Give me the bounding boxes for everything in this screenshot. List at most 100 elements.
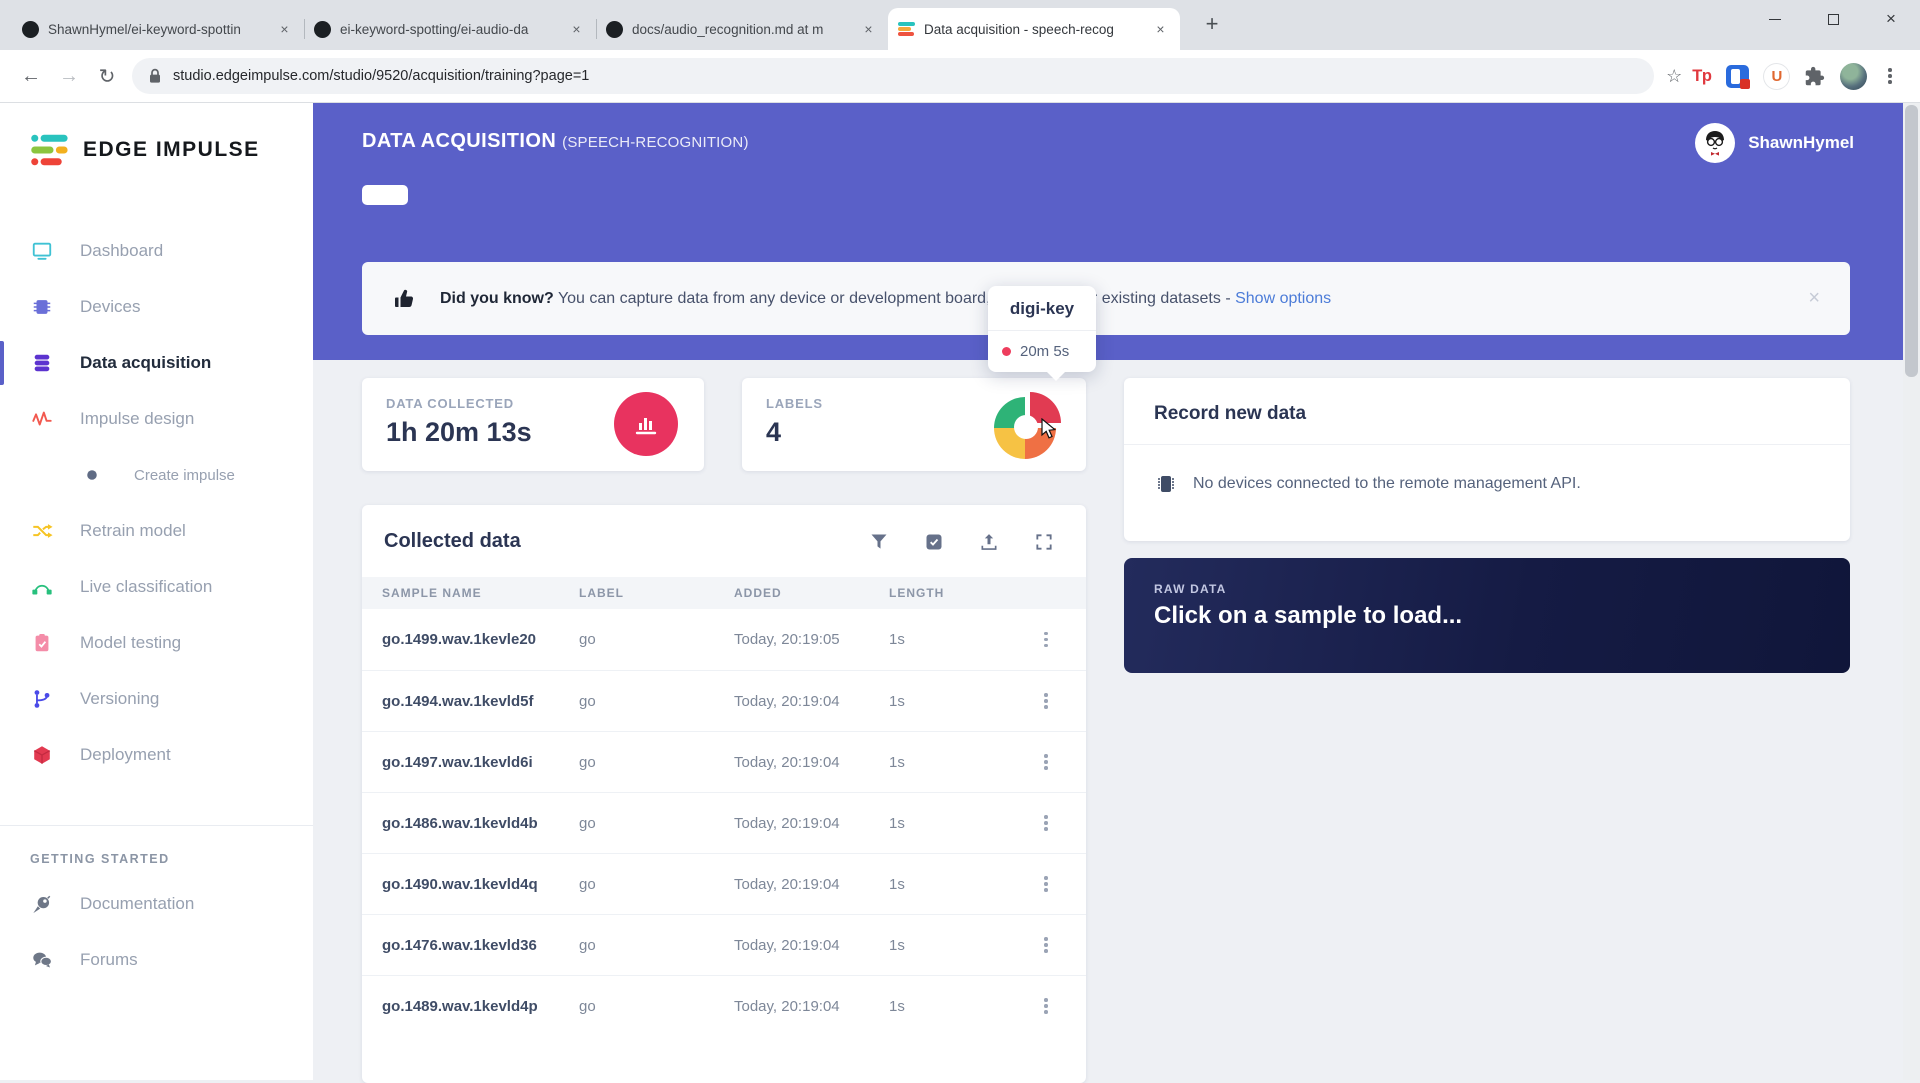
- expand-icon[interactable]: [1034, 532, 1054, 552]
- sidebar-item-deployment[interactable]: Deployment: [0, 727, 313, 783]
- banner-close-icon[interactable]: ×: [1808, 287, 1820, 310]
- address-bar[interactable]: studio.edgeimpulse.com/studio/9520/acqui…: [132, 58, 1654, 94]
- extensions-puzzle-icon[interactable]: [1804, 66, 1825, 87]
- browser-tab-ei-keyword-spotting-ei-audio-d[interactable]: ei-keyword-spotting/ei-audio-da ×: [304, 8, 596, 50]
- page-scrollbar[interactable]: [1903, 103, 1920, 1080]
- tab-close-icon[interactable]: ×: [859, 20, 878, 39]
- chip-icon: [30, 295, 54, 319]
- sample-row[interactable]: go.1494.wav.1kevld5f go Today, 20:19:04 …: [362, 670, 1086, 731]
- maximize-button[interactable]: [1804, 0, 1862, 38]
- browser-tab-docs-audio-recognition-md-at-m[interactable]: docs/audio_recognition.md at m ×: [596, 8, 888, 50]
- select-all-icon[interactable]: [924, 532, 944, 552]
- minimize-button[interactable]: [1746, 0, 1804, 38]
- active-indicator: [0, 341, 4, 385]
- data-tabs: [362, 185, 462, 205]
- sample-row[interactable]: go.1486.wav.1kevld4b go Today, 20:19:04 …: [362, 792, 1086, 853]
- collected-data-header: Collected data: [362, 505, 1086, 577]
- sample-row[interactable]: go.1490.wav.1kevld4q go Today, 20:19:04 …: [362, 853, 1086, 914]
- did-you-know-banner: Did you know? You can capture data from …: [362, 262, 1850, 335]
- upload-icon[interactable]: [979, 532, 999, 552]
- sidebar-item-versioning[interactable]: Versioning: [0, 671, 313, 727]
- new-tab-button[interactable]: +: [1198, 10, 1226, 38]
- main-content: DATA ACQUISITION (SPEECH-RECOGNITION) Sh…: [313, 103, 1920, 1080]
- raw-data-label: RAW DATA: [1154, 582, 1226, 596]
- reload-icon[interactable]: ↻: [88, 57, 126, 95]
- user-chip[interactable]: ShawnHymel: [1695, 123, 1854, 163]
- raw-data-message: Click on a sample to load...: [1154, 602, 1462, 630]
- sample-added: Today, 20:19:04: [734, 754, 889, 771]
- tab-close-icon[interactable]: ×: [275, 20, 294, 39]
- browser-tab-shawnhymel-ei-keyword-spottin[interactable]: ShawnHymel/ei-keyword-spottin ×: [12, 8, 304, 50]
- collected-data-title: Collected data: [384, 530, 869, 553]
- col-length: LENGTH: [889, 586, 1020, 600]
- table-body: go.1499.wav.1kevle20 go Today, 20:19:05 …: [362, 609, 1086, 1036]
- sample-name[interactable]: go.1490.wav.1kevld4q: [362, 876, 579, 893]
- filter-icon[interactable]: [869, 532, 889, 552]
- show-options-link[interactable]: Show options: [1235, 290, 1331, 307]
- bookmark-star-icon[interactable]: ☆: [1666, 66, 1682, 87]
- sample-name[interactable]: go.1476.wav.1kevld36: [362, 937, 579, 954]
- row-menu-icon[interactable]: [1038, 750, 1054, 774]
- row-menu-icon[interactable]: [1038, 933, 1054, 957]
- tab-title: docs/audio_recognition.md at m: [632, 22, 850, 37]
- tooltip-dot: [1002, 347, 1011, 356]
- tab-close-icon[interactable]: ×: [567, 20, 586, 39]
- extension-password-icon[interactable]: [1726, 65, 1749, 88]
- forward-icon[interactable]: →: [50, 57, 88, 95]
- tab-training-data[interactable]: [362, 185, 408, 205]
- sample-length: 1s: [889, 693, 1020, 710]
- monitor-icon: [30, 239, 54, 263]
- extension-u-icon[interactable]: U: [1764, 64, 1789, 89]
- sidebar-item-dashboard[interactable]: Dashboard: [0, 223, 313, 279]
- sidebar-item-forums[interactable]: Forums: [0, 932, 313, 988]
- user-name: ShawnHymel: [1748, 133, 1854, 153]
- record-new-data-title: Record new data: [1124, 378, 1850, 445]
- tab-favicon: [898, 21, 915, 38]
- back-icon[interactable]: ←: [12, 57, 50, 95]
- browser-tab-data-acquisition-speech-recog[interactable]: Data acquisition - speech-recog ×: [888, 8, 1180, 50]
- extension-tp-icon[interactable]: Tp: [1692, 67, 1711, 86]
- sample-length: 1s: [889, 998, 1020, 1015]
- tab-test-data[interactable]: [416, 185, 462, 205]
- sidebar-item-devices[interactable]: Devices: [0, 279, 313, 335]
- sample-row[interactable]: go.1489.wav.1kevld4p go Today, 20:19:04 …: [362, 975, 1086, 1036]
- sample-name[interactable]: go.1486.wav.1kevld4b: [362, 815, 579, 832]
- sidebar-item-impulse-design[interactable]: Impulse design: [0, 391, 313, 447]
- edge-impulse-logo[interactable]: EDGE IMPULSE: [30, 133, 313, 167]
- row-menu-icon[interactable]: [1038, 872, 1054, 896]
- thumbs-up-icon: [392, 287, 416, 311]
- sample-name[interactable]: go.1499.wav.1kevle20: [362, 631, 579, 648]
- sidebar-item-live-classification[interactable]: Live classification: [0, 559, 313, 615]
- chart-tooltip: digi-key 20m 5s: [988, 286, 1096, 372]
- tab-close-icon[interactable]: ×: [1151, 20, 1170, 39]
- chat-icon: [30, 948, 54, 972]
- browser-profile-avatar[interactable]: [1840, 63, 1867, 90]
- tab-favicon: [606, 21, 623, 38]
- sample-row[interactable]: go.1497.wav.1kevld6i go Today, 20:19:04 …: [362, 731, 1086, 792]
- sidebar-item-create-impulse[interactable]: Create impulse: [0, 447, 313, 503]
- scrollbar-thumb[interactable]: [1905, 105, 1918, 377]
- tab-title: Data acquisition - speech-recog: [924, 22, 1142, 37]
- close-button[interactable]: ×: [1862, 0, 1920, 38]
- browser-menu-icon[interactable]: [1882, 64, 1898, 88]
- sidebar-item-data-acquisition[interactable]: Data acquisition: [0, 335, 313, 391]
- sample-name[interactable]: go.1489.wav.1kevld4p: [362, 998, 579, 1015]
- row-menu-icon[interactable]: [1038, 811, 1054, 835]
- tab-favicon: [22, 21, 39, 38]
- tab-title: ShawnHymel/ei-keyword-spottin: [48, 22, 266, 37]
- no-devices-message: No devices connected to the remote manag…: [1193, 475, 1581, 493]
- sidebar-item-documentation[interactable]: Documentation: [0, 876, 313, 932]
- sample-name[interactable]: go.1494.wav.1kevld5f: [362, 693, 579, 710]
- sample-row[interactable]: go.1499.wav.1kevle20 go Today, 20:19:05 …: [362, 609, 1086, 670]
- sample-name[interactable]: go.1497.wav.1kevld6i: [362, 754, 579, 771]
- sidebar-item-label: Model testing: [80, 633, 181, 653]
- sidebar-item-model-testing[interactable]: Model testing: [0, 615, 313, 671]
- sample-row[interactable]: go.1476.wav.1kevld36 go Today, 20:19:04 …: [362, 914, 1086, 975]
- sample-added: Today, 20:19:04: [734, 876, 889, 893]
- row-menu-icon[interactable]: [1038, 628, 1054, 652]
- row-menu-icon[interactable]: [1038, 689, 1054, 713]
- row-menu-icon[interactable]: [1038, 994, 1054, 1018]
- sidebar-nav: Dashboard Devices Data acquisition Impul…: [0, 223, 313, 783]
- url-text: studio.edgeimpulse.com/studio/9520/acqui…: [173, 68, 589, 84]
- sidebar-item-retrain-model[interactable]: Retrain model: [0, 503, 313, 559]
